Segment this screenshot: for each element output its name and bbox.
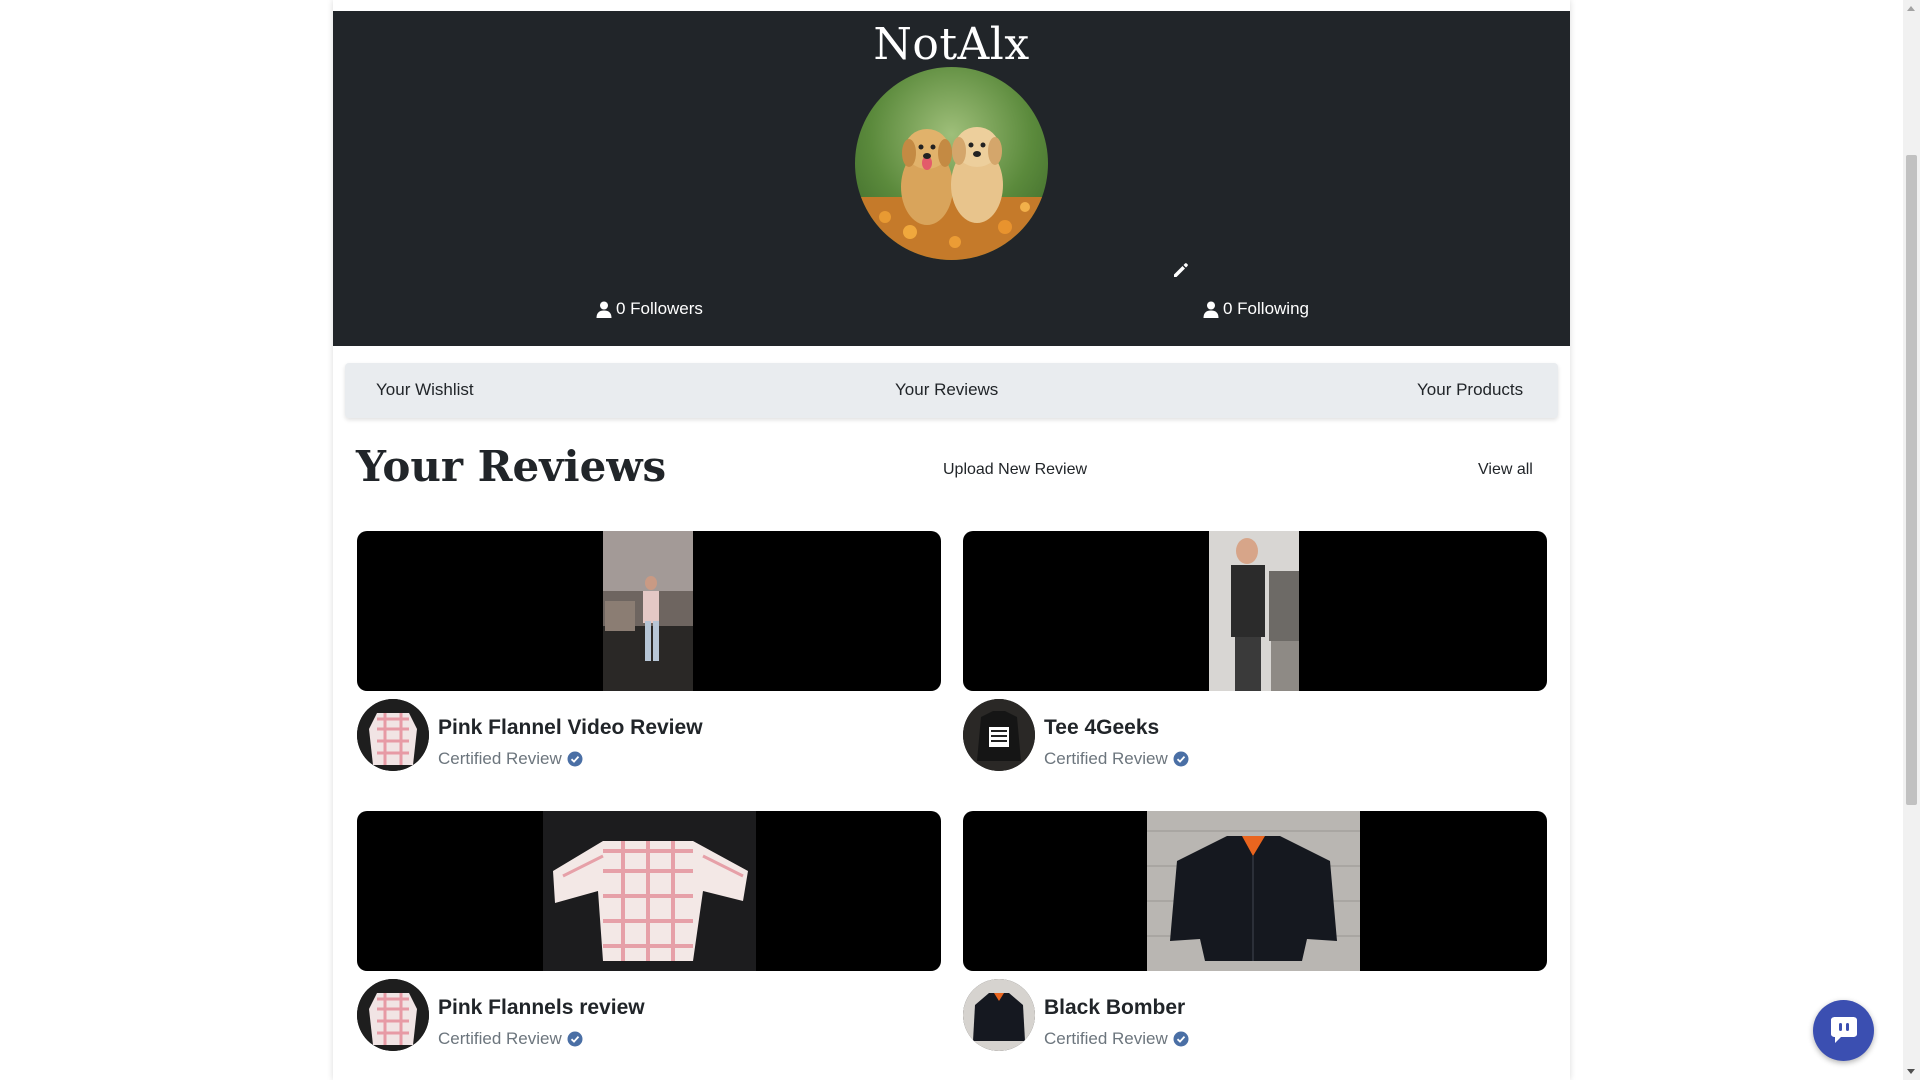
certified-badge: Certified Review [438,749,583,769]
user-icon [1203,301,1219,318]
product-avatar[interactable] [357,979,429,1051]
profile-header: NotAlx 0 Followers 0 Following [333,11,1570,346]
profile-page-container: NotAlx 0 Followers 0 Following Your Wish… [333,0,1570,1080]
user-icon [596,301,612,318]
check-circle-icon [567,1031,583,1047]
certified-badge: Certified Review [1044,749,1189,769]
review-card: Black Bomber Certified Review [963,811,1547,1059]
product-avatar[interactable] [357,699,429,771]
chat-icon [1830,1016,1857,1043]
tab-wishlist[interactable]: Your Wishlist [376,380,474,400]
following-label: 0 Following [1223,299,1309,318]
scroll-up-arrow-icon[interactable] [1907,6,1915,11]
profile-avatar [855,67,1048,260]
review-title[interactable]: Tee 4Geeks [1044,716,1159,740]
edit-profile-pencil-icon[interactable] [1171,260,1191,280]
followers-count[interactable]: 0 Followers [596,299,703,319]
page-scrollbar[interactable] [1903,0,1920,1080]
certified-badge: Certified Review [1044,1029,1189,1049]
review-card: Tee 4Geeks Certified Review [963,531,1547,779]
certified-label: Certified Review [1044,1029,1168,1048]
pencil-icon [1174,263,1188,277]
review-video-thumbnail [1147,811,1360,971]
certified-label: Certified Review [1044,749,1168,768]
check-circle-icon [567,751,583,767]
review-video-thumbnail [603,531,693,691]
review-video[interactable] [963,811,1547,971]
review-title[interactable]: Black Bomber [1044,996,1185,1020]
review-video[interactable] [357,811,941,971]
chat-button[interactable] [1813,1000,1874,1061]
review-card: Pink Flannels review Certified Review [357,811,941,1059]
view-all-link[interactable]: View all [1478,461,1533,479]
review-meta: Pink Flannel Video Review Certified Revi… [357,699,941,779]
product-avatar[interactable] [963,699,1035,771]
product-avatar[interactable] [963,979,1035,1051]
tab-products[interactable]: Your Products [1417,380,1523,400]
review-card: Pink Flannel Video Review Certified Revi… [357,531,941,779]
review-video-thumbnail [1209,531,1299,691]
review-video[interactable] [357,531,941,691]
certified-label: Certified Review [438,749,562,768]
review-title[interactable]: Pink Flannels review [438,996,645,1020]
profile-username: NotAlx [873,19,1030,70]
avatar-image [855,67,1048,260]
section-title: Your Reviews [356,442,667,491]
review-video[interactable] [963,531,1547,691]
review-meta: Pink Flannels review Certified Review [357,979,941,1059]
review-title[interactable]: Pink Flannel Video Review [438,716,703,740]
check-circle-icon [1173,751,1189,767]
following-count[interactable]: 0 Following [1203,299,1309,319]
check-circle-icon [1173,1031,1189,1047]
review-video-thumbnail [543,811,756,971]
upload-new-review-link[interactable]: Upload New Review [943,461,1087,479]
review-meta: Tee 4Geeks Certified Review [963,699,1547,779]
scroll-down-arrow-icon[interactable] [1907,1069,1915,1074]
tab-reviews[interactable]: Your Reviews [895,380,998,400]
review-meta: Black Bomber Certified Review [963,979,1547,1059]
certified-label: Certified Review [438,1029,562,1048]
certified-badge: Certified Review [438,1029,583,1049]
profile-tabs: Your Wishlist Your Reviews Your Products [345,363,1558,418]
scrollbar-thumb[interactable] [1906,155,1917,805]
followers-label: 0 Followers [616,299,703,318]
